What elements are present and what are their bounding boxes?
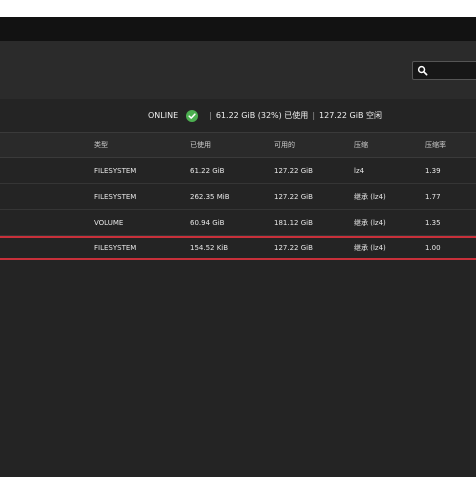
table-header-row: 类型 已使用 可用的 压缩 压缩率 <box>0 132 476 158</box>
online-check-icon <box>186 109 199 122</box>
cell-compression-ratio: 1.35 <box>425 218 441 227</box>
column-header-type[interactable]: 类型 <box>94 133 108 157</box>
column-header-available[interactable]: 可用的 <box>274 133 295 157</box>
top-strip <box>0 0 476 17</box>
table-row[interactable]: VOLUME 60.94 GiB 181.12 GiB 继承 (lz4) 1.3… <box>0 210 476 236</box>
top-bar <box>0 17 476 41</box>
cell-available: 127.22 GiB <box>274 166 313 175</box>
search-box[interactable] <box>412 61 476 80</box>
cell-compression-ratio: 1.77 <box>425 192 441 201</box>
cell-used: 262.35 MiB <box>190 192 230 201</box>
status-free: 127.22 GiB 空闲 <box>319 111 383 120</box>
cell-compression: 继承 (lz4) <box>354 218 386 227</box>
cell-available: 181.12 GiB <box>274 218 313 227</box>
status-state: ONLINE <box>148 111 179 120</box>
status-separator: | <box>312 111 316 120</box>
cell-type: FILESYSTEM <box>94 166 137 175</box>
search-icon <box>417 65 428 76</box>
header-bar <box>0 41 476 99</box>
table-row[interactable]: FILESYSTEM 61.22 GiB 127.22 GiB lz4 1.39 <box>0 158 476 184</box>
pool-status: ONLINE | 61.22 GiB (32%) 已使用 | 127.22 Gi… <box>148 99 382 132</box>
status-used: 61.22 GiB (32%) 已使用 <box>215 111 309 120</box>
cell-used: 61.22 GiB <box>190 166 225 175</box>
cell-used: 60.94 GiB <box>190 218 225 227</box>
cell-available: 127.22 GiB <box>274 192 313 201</box>
column-header-compression[interactable]: 压缩 <box>354 133 368 157</box>
cell-compression-ratio: 1.39 <box>425 166 441 175</box>
status-separator: | <box>209 111 212 120</box>
cell-type: VOLUME <box>94 218 124 227</box>
cell-type: FILESYSTEM <box>94 192 137 201</box>
column-header-compression-ratio[interactable]: 压缩率 <box>425 133 446 157</box>
cell-compression: 继承 (lz4) <box>354 192 386 201</box>
pool-status-bar: ONLINE | 61.22 GiB (32%) 已使用 | 127.22 Gi… <box>0 99 476 132</box>
cell-compression: lz4 <box>354 166 365 175</box>
highlight-annotation-box <box>0 236 476 260</box>
table-row[interactable]: FILESYSTEM 262.35 MiB 127.22 GiB 继承 (lz4… <box>0 184 476 210</box>
search-input[interactable] <box>431 62 476 79</box>
column-header-used[interactable]: 已使用 <box>190 133 211 157</box>
